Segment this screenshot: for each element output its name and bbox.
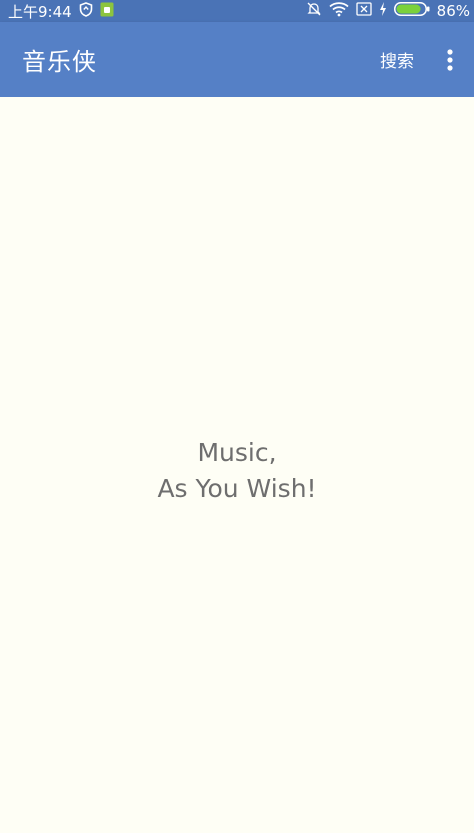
sim-icon: [100, 2, 114, 21]
app-title: 音乐侠: [22, 48, 97, 76]
slogan-line-1: Music,: [197, 438, 277, 467]
charging-icon: [379, 2, 387, 20]
battery-icon: [393, 2, 430, 20]
status-bar: 上午9:44 86%: [0, 0, 474, 22]
slogan: Music, As You Wish!: [0, 435, 474, 507]
status-bar-left: 上午9:44: [8, 1, 114, 22]
bell-off-icon: [306, 1, 322, 21]
slogan-line-2: As You Wish!: [157, 474, 317, 503]
battery-percent: 86%: [436, 2, 470, 20]
more-vert-icon[interactable]: [436, 40, 464, 80]
shield-icon: [79, 1, 93, 21]
wifi-icon: [329, 1, 349, 21]
main-content: Music, As You Wish!: [0, 97, 474, 833]
search-button[interactable]: 搜索: [380, 47, 414, 72]
status-bar-right: 86%: [306, 1, 470, 21]
no-sim-icon: [356, 2, 372, 20]
app-bar: 音乐侠 搜索: [0, 22, 474, 97]
status-time: 上午9:44: [8, 2, 72, 21]
